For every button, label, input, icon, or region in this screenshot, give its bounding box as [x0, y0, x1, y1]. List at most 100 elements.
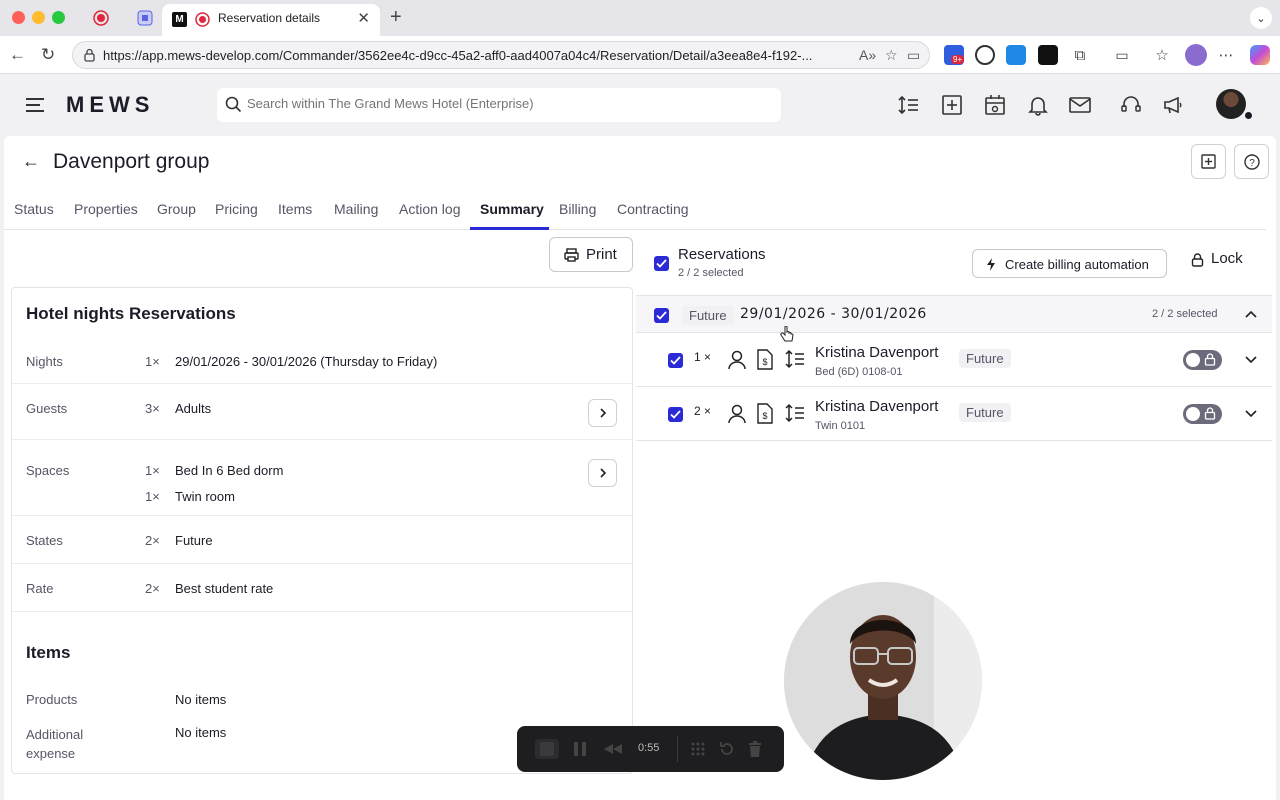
favorites-icon[interactable]: ☆ [1152, 45, 1172, 65]
reservation-state-badge: Future [959, 403, 1011, 422]
spaces-expand-button[interactable] [588, 459, 617, 487]
reservation-checkbox[interactable] [668, 407, 683, 422]
active-browser-tab[interactable]: M Reservation details ✕ [162, 4, 380, 36]
chevron-down-icon[interactable] [1245, 356, 1257, 364]
guest-person-icon[interactable] [728, 404, 746, 424]
states-value: Future [175, 533, 213, 548]
menu-icon[interactable] [26, 98, 44, 116]
url-field[interactable]: https://app.mews-develop.com/Commander/3… [72, 41, 930, 69]
reservation-state-badge: Future [959, 349, 1011, 368]
reservation-row[interactable]: 2 × $ Kristina Davenport Twin 0101 Futur… [636, 387, 1272, 441]
tab-properties[interactable]: Properties [74, 201, 138, 217]
add-square-icon [1201, 154, 1216, 169]
hand-cursor-icon [780, 326, 794, 342]
browser-menu-icon[interactable]: ⋯ [1216, 45, 1236, 65]
lock-toggle[interactable] [1183, 404, 1222, 424]
lock-icon [1191, 253, 1204, 267]
tab-items[interactable]: Items [278, 201, 312, 217]
rate-value: Best student rate [175, 581, 274, 596]
bill-document-icon[interactable]: $ [757, 403, 773, 424]
global-search[interactable] [217, 88, 781, 122]
guest-person-icon[interactable] [728, 350, 746, 370]
guest-name[interactable]: Kristina Davenport [815, 344, 938, 361]
reservation-group-row[interactable]: Future 29/01/2026 - 30/01/2026 2 / 2 sel… [636, 296, 1272, 333]
nights-qty: 1× [145, 354, 160, 369]
bill-document-icon[interactable]: $ [757, 349, 773, 370]
user-avatar[interactable] [1216, 89, 1246, 119]
tab-status[interactable]: Status [14, 201, 54, 217]
tab-contracting[interactable]: Contracting [617, 201, 689, 217]
pause-icon[interactable] [573, 741, 587, 757]
notifications-bell-icon[interactable] [1027, 94, 1049, 116]
section-title: Hotel nights Reservations [26, 304, 236, 323]
extension-icon-dark-blue[interactable] [1006, 45, 1026, 65]
read-aloud-icon[interactable]: A» [859, 47, 876, 63]
guests-expand-button[interactable] [588, 399, 617, 427]
minimize-window-button[interactable] [32, 11, 45, 24]
back-arrow-icon[interactable]: ← [22, 151, 40, 172]
sort-height-icon[interactable] [898, 94, 920, 116]
tab-summary[interactable]: Summary [480, 201, 544, 217]
workspace-tab-icon[interactable] [136, 9, 154, 27]
sort-height-icon[interactable] [785, 403, 805, 423]
reload-icon[interactable]: ↻ [41, 45, 55, 65]
select-all-checkbox[interactable] [654, 256, 669, 271]
chevron-down-icon[interactable] [1245, 410, 1257, 418]
close-window-button[interactable] [12, 11, 25, 24]
tab-pricing[interactable]: Pricing [215, 201, 258, 217]
announcements-megaphone-icon[interactable] [1162, 94, 1184, 116]
products-value: No items [175, 692, 227, 707]
search-input[interactable] [247, 96, 747, 111]
create-billing-automation-button[interactable]: Create billing automation [972, 249, 1167, 278]
grid-dots-icon[interactable] [690, 741, 706, 757]
lock-button[interactable]: Lock [1189, 250, 1243, 267]
tab-group[interactable]: Group [157, 201, 196, 217]
check-icon [670, 410, 681, 419]
support-headset-icon[interactable] [1120, 94, 1142, 116]
group-checkbox[interactable] [654, 308, 669, 323]
tab-search-chevron-icon[interactable]: ⌄ [1250, 7, 1272, 29]
svg-text:$: $ [762, 357, 767, 367]
stop-recording-button[interactable] [535, 739, 559, 759]
messages-mail-icon[interactable] [1069, 94, 1091, 116]
reservations-title: Reservations [678, 246, 766, 263]
profile-avatar-icon[interactable] [1185, 44, 1207, 66]
password-extension-icon[interactable] [975, 45, 995, 65]
tab-mailing[interactable]: Mailing [334, 201, 378, 217]
chevron-up-icon[interactable] [1245, 310, 1257, 318]
camera-icon[interactable]: ▭ [907, 47, 920, 64]
guest-name[interactable]: Kristina Davenport [815, 398, 938, 415]
record-tab-icon[interactable] [92, 9, 110, 27]
copilot-icon[interactable] [1250, 45, 1270, 65]
lock-label: Lock [1211, 250, 1243, 267]
mews-logo: MEWS [66, 92, 155, 117]
calendar-view-icon[interactable] [984, 94, 1006, 116]
add-button[interactable] [1191, 144, 1226, 179]
group-dates: 29/01/2026 - 30/01/2026 [740, 306, 927, 322]
reservation-row[interactable]: 1 × $ Kristina Davenport Bed (6D) 0108-0… [636, 333, 1272, 387]
new-tab-icon[interactable]: + [390, 6, 402, 29]
reservation-checkbox[interactable] [668, 353, 683, 368]
cast-icon[interactable]: ▭ [1112, 45, 1132, 65]
states-label: States [26, 533, 63, 548]
help-button[interactable]: ? [1234, 144, 1269, 179]
back-nav-icon[interactable]: ← [9, 45, 26, 65]
print-button[interactable]: Print [549, 237, 633, 272]
extension-icon-black[interactable] [1038, 45, 1058, 65]
favorite-star-icon[interactable]: ☆ [885, 47, 898, 64]
app-header: MEWS [0, 74, 1280, 136]
reservation-qty: 2 × [694, 404, 712, 418]
close-tab-icon[interactable]: ✕ [357, 9, 370, 27]
restart-icon[interactable] [719, 741, 735, 757]
lock-toggle[interactable] [1183, 350, 1222, 370]
maximize-window-button[interactable] [52, 11, 65, 24]
status-dot [1243, 110, 1254, 121]
trash-icon[interactable] [748, 740, 762, 758]
rewind-icon[interactable] [603, 743, 623, 755]
extensions-puzzle-icon[interactable]: ⧉ [1070, 45, 1090, 65]
tab-action-log[interactable]: Action log [399, 201, 460, 217]
room-label: Twin 0101 [815, 420, 866, 432]
add-square-icon[interactable] [941, 94, 963, 116]
sort-height-icon[interactable] [785, 349, 805, 369]
tab-billing[interactable]: Billing [559, 201, 596, 217]
